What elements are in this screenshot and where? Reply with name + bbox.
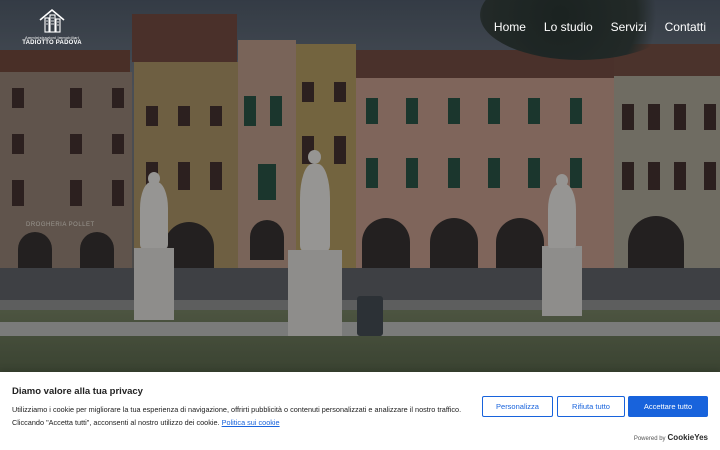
- building-logo-icon: [39, 8, 65, 33]
- main-nav: Home Lo studio Servizi Contatti: [494, 20, 706, 34]
- nav-contatti[interactable]: Contatti: [665, 20, 706, 34]
- cookie-text: Utilizziamo i cookie per migliorare la t…: [12, 404, 462, 429]
- nav-lo-studio[interactable]: Lo studio: [544, 20, 593, 34]
- powered-by[interactable]: Powered by CookieYes: [634, 433, 708, 442]
- nav-servizi[interactable]: Servizi: [611, 20, 647, 34]
- logo-brand: TADIOTTO PADOVA: [22, 40, 82, 46]
- cookie-banner: Diamo valore alla tua privacy Utilizziam…: [0, 372, 720, 450]
- nav-home[interactable]: Home: [494, 20, 526, 34]
- site-header: Amministrazioni Immobiliari TADIOTTO PAD…: [0, 0, 720, 56]
- site-logo[interactable]: Amministrazioni Immobiliari TADIOTTO PAD…: [22, 8, 82, 48]
- reject-all-button[interactable]: Rifiuta tutto: [557, 396, 625, 417]
- cookie-title: Diamo valore alla tua privacy: [12, 386, 143, 397]
- powered-by-label: Powered by: [633, 436, 666, 442]
- cookieyes-logo: CookieYes: [667, 433, 708, 442]
- cookie-policy-link[interactable]: Politica sui cookie: [222, 418, 280, 427]
- accept-all-button[interactable]: Accettare tutto: [628, 396, 708, 417]
- customize-button[interactable]: Personalizza: [482, 396, 553, 417]
